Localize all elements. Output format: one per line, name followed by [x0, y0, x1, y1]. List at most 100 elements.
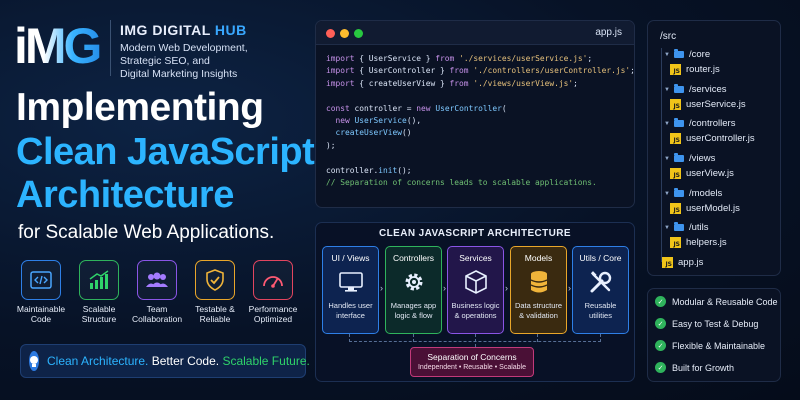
code-window: app.js import { UserService } from './se… [315, 20, 635, 208]
headline-line-2: Clean JavaScript [16, 131, 315, 173]
check-icon: ✓ [655, 296, 666, 307]
folder-icon [674, 49, 684, 58]
arch-col-title: Controllers [392, 253, 435, 263]
chevron-down-icon: ▼ [664, 51, 670, 58]
separation-of-concerns-box: Separation of Concerns Independent • Reu… [410, 347, 534, 377]
arch-col-title: Models [524, 253, 553, 263]
feature-scalable: Scalable Structure [71, 260, 127, 324]
arch-col-models: Models Data structure & validation [510, 246, 567, 334]
folder-icon [674, 222, 684, 231]
feature-maintainable: Maintainable Code [13, 260, 69, 324]
tree-file-userservice[interactable]: JS userService.js [670, 99, 746, 110]
feature-label: Team Collaboration [131, 304, 183, 324]
benefit-item: ✓ Modular & Reusable Code [655, 296, 778, 307]
brand-tagline: Modern Web Development, Strategic SEO, a… [120, 42, 290, 81]
arch-col-desc: Data structure & validation [514, 301, 563, 320]
tree-file-app[interactable]: JS app.js [662, 257, 703, 268]
feature-label: Performance Optimized [248, 304, 298, 324]
feature-label: Testable & Reliable [195, 304, 235, 324]
folder-icon [674, 153, 684, 162]
chevron-down-icon: ▼ [664, 190, 670, 197]
brand-tagline-line: Strategic SEO, and [120, 55, 210, 67]
brand-name-accent: HUB [214, 22, 247, 38]
feature-performance: Performance Optimized [245, 260, 301, 324]
tree-folder-utils[interactable]: ▼/utils [664, 222, 709, 233]
brand-name: IMG DIGITAL HUB [120, 22, 247, 38]
tools-icon [573, 263, 628, 301]
tree-folder-controllers[interactable]: ▼/controllers [664, 118, 735, 129]
folder-icon [674, 84, 684, 93]
arrow-right-icon: › [443, 283, 446, 293]
arch-col-desc: Manages app logic & flow [390, 301, 437, 320]
arch-col-desc: Handles user interface [328, 301, 373, 320]
soc-title: Separation of Concerns [427, 352, 517, 362]
check-icon: ✓ [655, 340, 666, 351]
arrow-right-icon: › [505, 283, 508, 293]
monitor-icon [323, 263, 378, 301]
gauge-icon [253, 260, 293, 300]
benefit-item: ✓ Flexible & Maintainable [655, 340, 765, 351]
tree-file-router[interactable]: JS router.js [670, 64, 720, 75]
check-icon: ✓ [655, 362, 666, 373]
arch-col-desc: Reusable utilities [584, 301, 617, 320]
tree-file-helpers[interactable]: JS helpers.js [670, 237, 727, 248]
arch-col-title: Services [459, 253, 492, 263]
feature-team: Team Collaboration [129, 260, 185, 324]
lightbulb-icon [29, 351, 39, 371]
brand-name-main: IMG DIGITAL [120, 22, 215, 38]
headline-line-1: Implementing [16, 86, 264, 129]
chevron-down-icon: ▼ [664, 155, 670, 162]
close-dot[interactable] [326, 29, 335, 38]
tagline-part-3: Scalable Future. [219, 354, 310, 368]
cube-icon [448, 263, 503, 301]
tree-folder-services[interactable]: ▼/services [664, 84, 726, 95]
tagline-part-2: Better Code. [148, 354, 220, 368]
connector-line [413, 334, 414, 342]
file-tree-root: /src [660, 31, 677, 42]
code-window-titlebar: app.js [316, 21, 634, 45]
arch-col-controllers: Controllers Manages app logic & flow [385, 246, 442, 334]
js-file-icon: JS [670, 133, 681, 144]
tree-folder-views[interactable]: ▼/views [664, 153, 715, 164]
shield-check-icon [195, 260, 235, 300]
folder-icon [674, 188, 684, 197]
tagline-part-1: Clean Architecture. [47, 354, 149, 368]
tagline-text: Clean Architecture. Better Code. Scalabl… [47, 354, 310, 368]
js-file-icon: JS [670, 64, 681, 75]
feature-testable: Testable & Reliable [187, 260, 243, 324]
js-file-icon: JS [670, 237, 681, 248]
maximize-dot[interactable] [354, 29, 363, 38]
chevron-down-icon: ▼ [664, 86, 670, 93]
chevron-down-icon: ▼ [664, 120, 670, 127]
tree-folder-core[interactable]: ▼/core [664, 49, 710, 60]
headline-subtitle: for Scalable Web Applications. [18, 222, 275, 243]
gear-icon [386, 263, 441, 301]
tree-file-usermodel[interactable]: JS userModel.js [670, 203, 740, 214]
js-file-icon: JS [662, 257, 673, 268]
database-icon [511, 263, 566, 301]
minimize-dot[interactable] [340, 29, 349, 38]
folder-icon [674, 118, 684, 127]
tree-file-userview[interactable]: JS userView.js [670, 168, 734, 179]
tagline-bar: Clean Architecture. Better Code. Scalabl… [20, 344, 310, 378]
arch-col-desc: Business logic & operations [451, 301, 500, 320]
check-icon: ✓ [655, 318, 666, 329]
brand-logo: iMG [14, 14, 112, 78]
benefit-item: ✓ Easy to Test & Debug [655, 318, 758, 329]
js-file-icon: JS [670, 99, 681, 110]
bar-chart-icon [79, 260, 119, 300]
js-file-icon: JS [670, 203, 681, 214]
brand-divider [110, 20, 111, 76]
arch-col-title: Utils / Core [579, 253, 622, 263]
soc-subtitle: Independent • Reusable • Scalable [417, 364, 527, 371]
tree-folder-models[interactable]: ▼/models [664, 188, 722, 199]
arch-col-views: UI / Views Handles user interface [322, 246, 379, 334]
code-content: import { UserService } from './services/… [326, 54, 635, 188]
arrow-right-icon: › [380, 283, 383, 293]
chevron-down-icon: ▼ [664, 224, 670, 231]
tree-guide-line [661, 48, 662, 262]
tree-file-usercontroller[interactable]: JS userController.js [670, 133, 755, 144]
benefit-item: ✓ Built for Growth [655, 362, 734, 373]
connector-line [475, 334, 476, 347]
arch-col-services: Services Business logic & operations [447, 246, 504, 334]
